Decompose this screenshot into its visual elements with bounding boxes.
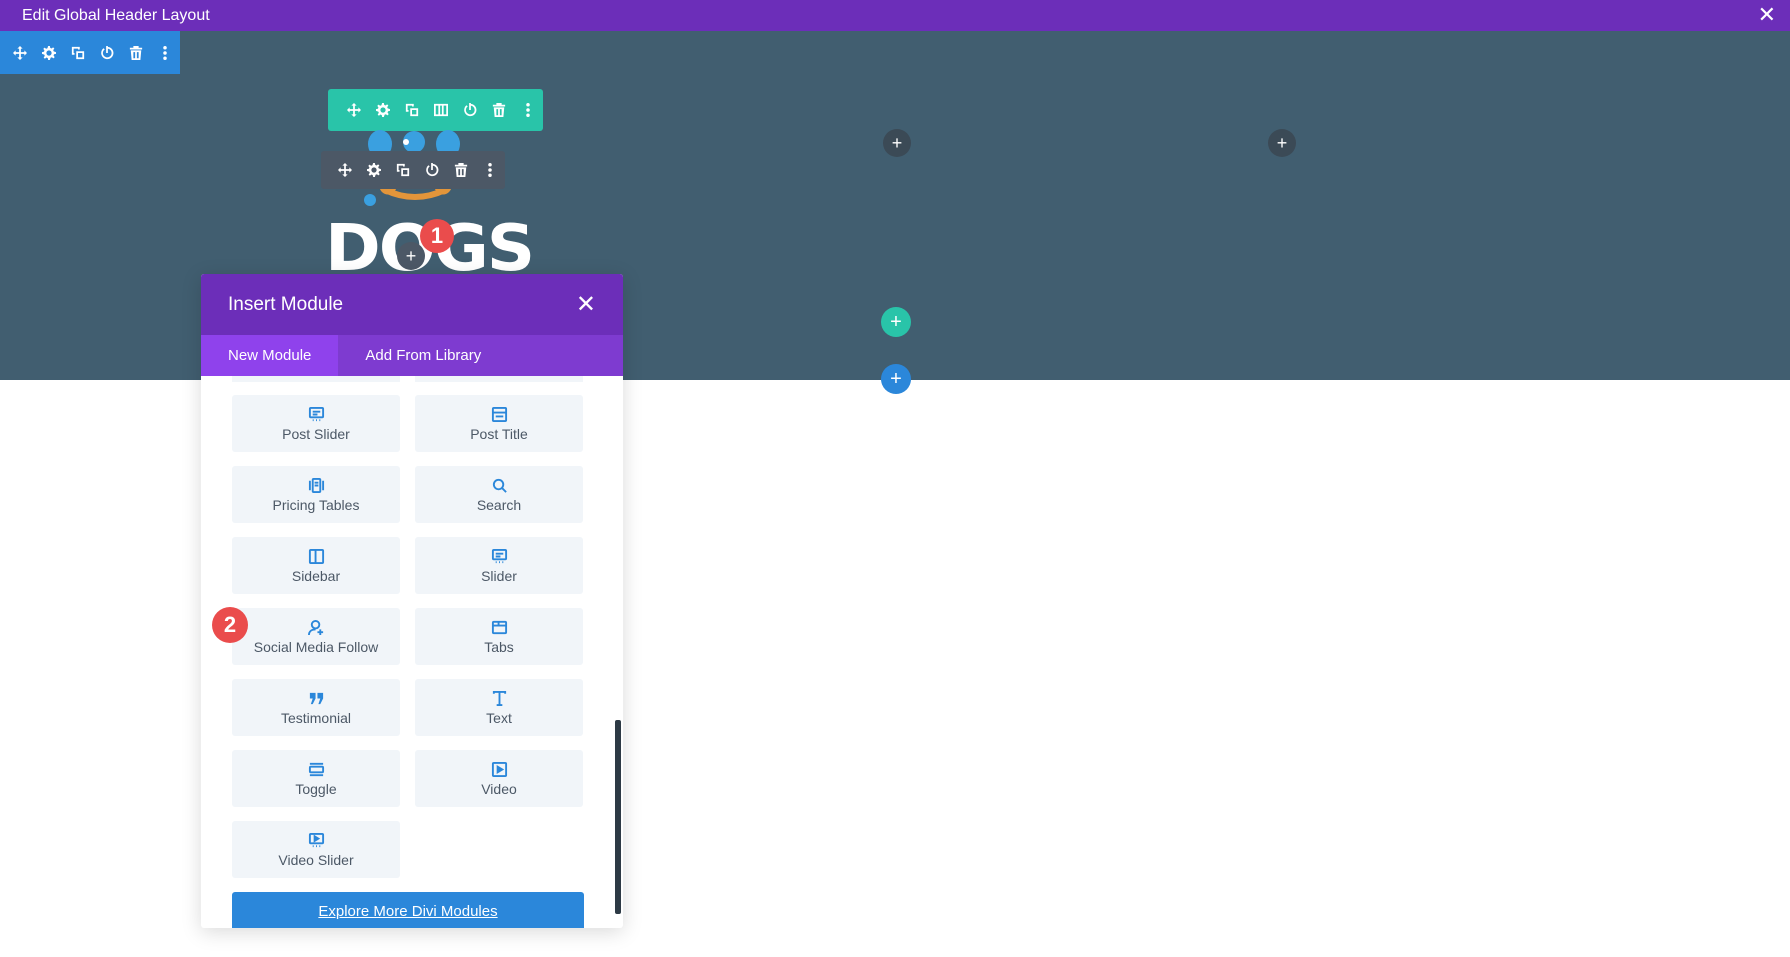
module-tile-search[interactable]: Search <box>415 466 583 523</box>
post-title-icon <box>490 405 508 423</box>
add-section-button[interactable]: + <box>881 364 911 394</box>
video-slider-icon <box>307 831 325 849</box>
tab-add-from-library[interactable]: Add From Library <box>338 335 508 376</box>
move-icon[interactable] <box>335 160 355 180</box>
gear-icon[interactable] <box>364 160 384 180</box>
module-toolbar <box>321 151 505 189</box>
module-label: Pricing Tables <box>272 497 360 513</box>
sidebar-icon <box>307 547 325 565</box>
scrolled-tiles-edge <box>232 376 584 382</box>
row-toolbar <box>328 89 543 131</box>
step-badge-1: 1 <box>420 219 454 253</box>
post-slider-icon <box>307 405 325 423</box>
module-label: Video <box>481 781 517 797</box>
text-icon <box>490 689 508 707</box>
duplicate-icon[interactable] <box>402 100 422 120</box>
modal-close-icon[interactable]: ✕ <box>576 290 596 319</box>
gear-icon[interactable] <box>39 43 59 63</box>
search-icon <box>490 476 508 494</box>
module-tile-slider[interactable]: Slider <box>415 537 583 594</box>
module-label: Slider <box>481 568 517 584</box>
module-grid: Post Slider Post Title Pricing Tables Se… <box>232 395 584 878</box>
more-icon[interactable] <box>480 160 500 180</box>
more-icon[interactable] <box>155 43 175 63</box>
module-tile-post-slider[interactable]: Post Slider <box>232 395 400 452</box>
modal-title: Insert Module <box>228 294 344 315</box>
slider-icon <box>490 547 508 565</box>
add-module-button-col3[interactable]: + <box>1268 129 1296 157</box>
more-icon[interactable] <box>518 100 538 120</box>
module-label: Text <box>486 710 512 726</box>
module-label: Search <box>476 497 522 513</box>
add-module-button[interactable]: + <box>397 242 425 270</box>
modal-header: Insert Module ✕ <box>201 274 623 335</box>
top-bar: Edit Global Header Layout ✕ <box>0 0 1790 31</box>
gear-icon[interactable] <box>373 100 393 120</box>
insert-module-modal: Insert Module ✕ New Module Add From Libr… <box>201 274 623 928</box>
module-tile-video[interactable]: Video <box>415 750 583 807</box>
module-tile-video-slider[interactable]: Video Slider <box>232 821 400 878</box>
module-label: Toggle <box>295 781 337 797</box>
section-toolbar <box>0 31 180 74</box>
duplicate-icon[interactable] <box>68 43 88 63</box>
explore-more-modules-button[interactable]: Explore More Divi Modules <box>232 892 584 928</box>
module-tile-tabs[interactable]: Tabs <box>415 608 583 665</box>
power-icon[interactable] <box>460 100 480 120</box>
step-badge-2: 2 <box>212 607 248 643</box>
power-icon[interactable] <box>97 43 117 63</box>
testimonial-icon <box>307 689 325 707</box>
module-tile-toggle[interactable]: Toggle <box>232 750 400 807</box>
module-label: Post Slider <box>282 426 350 442</box>
trash-icon[interactable] <box>489 100 509 120</box>
trash-icon[interactable] <box>451 160 471 180</box>
toggle-icon <box>307 760 325 778</box>
modal-scrollbar[interactable] <box>615 720 621 914</box>
module-tile-pricing-tables[interactable]: Pricing Tables <box>232 466 400 523</box>
add-module-button-col2[interactable]: + <box>883 129 911 157</box>
module-label: Video Slider <box>278 852 354 868</box>
module-label: Sidebar <box>291 568 341 584</box>
module-label: Post Title <box>470 426 528 442</box>
tab-new-module[interactable]: New Module <box>201 335 339 376</box>
module-tile-post-title[interactable]: Post Title <box>415 395 583 452</box>
module-label: Tabs <box>484 639 514 655</box>
move-icon[interactable] <box>344 100 364 120</box>
columns-icon[interactable] <box>431 100 451 120</box>
tabs-icon <box>490 618 508 636</box>
close-icon[interactable]: ✕ <box>1758 3 1776 27</box>
trash-icon[interactable] <box>126 43 146 63</box>
video-icon <box>490 760 508 778</box>
module-label: Social Media Follow <box>253 639 379 655</box>
duplicate-icon[interactable] <box>393 160 413 180</box>
power-icon[interactable] <box>422 160 442 180</box>
module-tile-text[interactable]: Text <box>415 679 583 736</box>
module-label: Testimonial <box>280 710 352 726</box>
modal-tabs: New Module Add From Library <box>201 335 623 376</box>
social-follow-icon <box>307 618 325 636</box>
window-title: Edit Global Header Layout <box>22 7 210 24</box>
module-tile-sidebar[interactable]: Sidebar <box>232 537 400 594</box>
add-row-button[interactable]: + <box>881 307 911 337</box>
pricing-tables-icon <box>307 476 325 494</box>
module-tile-social-media-follow[interactable]: Social Media Follow <box>232 608 400 665</box>
module-tile-testimonial[interactable]: Testimonial <box>232 679 400 736</box>
move-icon[interactable] <box>10 43 30 63</box>
